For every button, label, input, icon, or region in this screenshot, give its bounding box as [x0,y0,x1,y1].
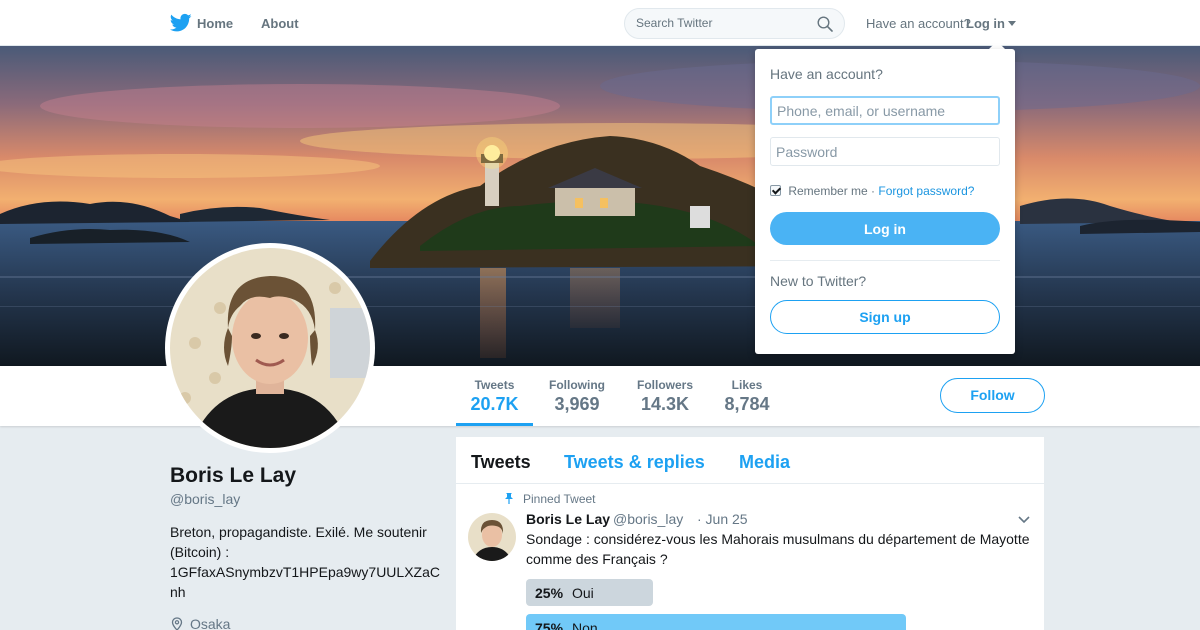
stat-label: Likes [731,378,763,392]
poll-percent: 25% [535,585,564,601]
login-button[interactable]: Log in [770,212,1000,245]
profile-bio: Breton, propagandiste. Exilé. Me souteni… [170,524,440,600]
nav-about-link[interactable]: About [261,16,299,31]
nav-home-link[interactable]: Home [197,16,233,31]
pinned-text: Pinned Tweet [523,492,596,506]
location-pin-icon [171,617,183,630]
new-to-twitter-text: New to Twitter? [770,273,867,289]
stat-tweets[interactable]: Tweets 20.7K [456,378,533,415]
stat-value: 20.7K [470,394,519,414]
poll-option-label: Non [572,620,598,630]
dropdown-title: Have an account? [770,66,883,82]
separator-dot: · [871,184,876,198]
profile-handle: @boris_lay [170,491,241,507]
stat-following[interactable]: Following 3,969 [543,378,611,415]
signup-button[interactable]: Sign up [770,300,1000,334]
timeline-tabs: Tweets Tweets & replies Media [456,437,1044,484]
location-text: Osaka [190,616,231,630]
caret-down-icon[interactable] [1008,21,1016,26]
password-field[interactable] [770,137,1000,166]
stat-label: Tweets [474,378,515,392]
follow-button[interactable]: Follow [940,378,1045,413]
search-input[interactable] [636,16,806,30]
chevron-down-icon[interactable] [1017,515,1031,525]
profile-location: Osaka [170,616,230,630]
stat-label: Followers [636,378,693,392]
poll-option-bar: 25% Oui [526,579,653,606]
divider [770,260,1000,261]
stat-value: 8,784 [724,394,770,414]
profile-avatar[interactable] [165,243,375,453]
pushpin-icon [505,493,513,504]
login-dropdown-toggle[interactable]: Log in [966,16,1005,31]
profile-name: Boris Le Lay [170,464,297,487]
username-field[interactable] [770,96,1000,125]
stat-value: 14.3K [640,394,690,414]
tweet-author-avatar[interactable] [468,513,516,561]
timeline: Tweets Tweets & replies Media Pinned Twe… [456,437,1044,630]
login-dropdown: Have an account? Remember me · Forgot pa… [755,49,1015,354]
stat-followers[interactable]: Followers 14.3K [631,378,699,415]
poll-percent: 75% [535,620,564,630]
tweet-author-name[interactable]: Boris Le Lay [526,511,610,527]
poll-option-label: Oui [572,585,594,601]
tweet-text: Sondage : considérez-vous les Mahorais m… [526,531,1030,567]
remember-row: Remember me · Forgot password? [770,184,974,198]
stat-label: Following [549,378,605,392]
remember-me-checkbox[interactable] [770,185,781,196]
tweet-date[interactable]: · Jun 25 [697,511,748,527]
remember-me-label[interactable]: Remember me [788,184,867,198]
stat-value: 3,969 [554,394,600,414]
search-box [624,8,845,39]
tweet-author-handle[interactable]: @boris_lay [613,511,683,527]
tab-tweets[interactable]: Tweets [471,452,531,473]
forgot-password-link[interactable]: Forgot password? [878,184,974,198]
poll-option-bar: 75% Non [526,614,906,630]
tab-media[interactable]: Media [739,452,790,473]
twitter-bird-icon[interactable] [170,13,192,33]
have-account-text: Have an account? [866,16,971,31]
tab-tweets-replies[interactable]: Tweets & replies [564,452,705,473]
stat-likes[interactable]: Likes 8,784 [716,378,778,415]
pinned-tweet-label: Pinned Tweet [503,492,596,506]
search-icon[interactable] [817,16,833,32]
active-stat-indicator [456,423,533,426]
top-navigation: Home About Have an account? Log in [0,0,1200,46]
